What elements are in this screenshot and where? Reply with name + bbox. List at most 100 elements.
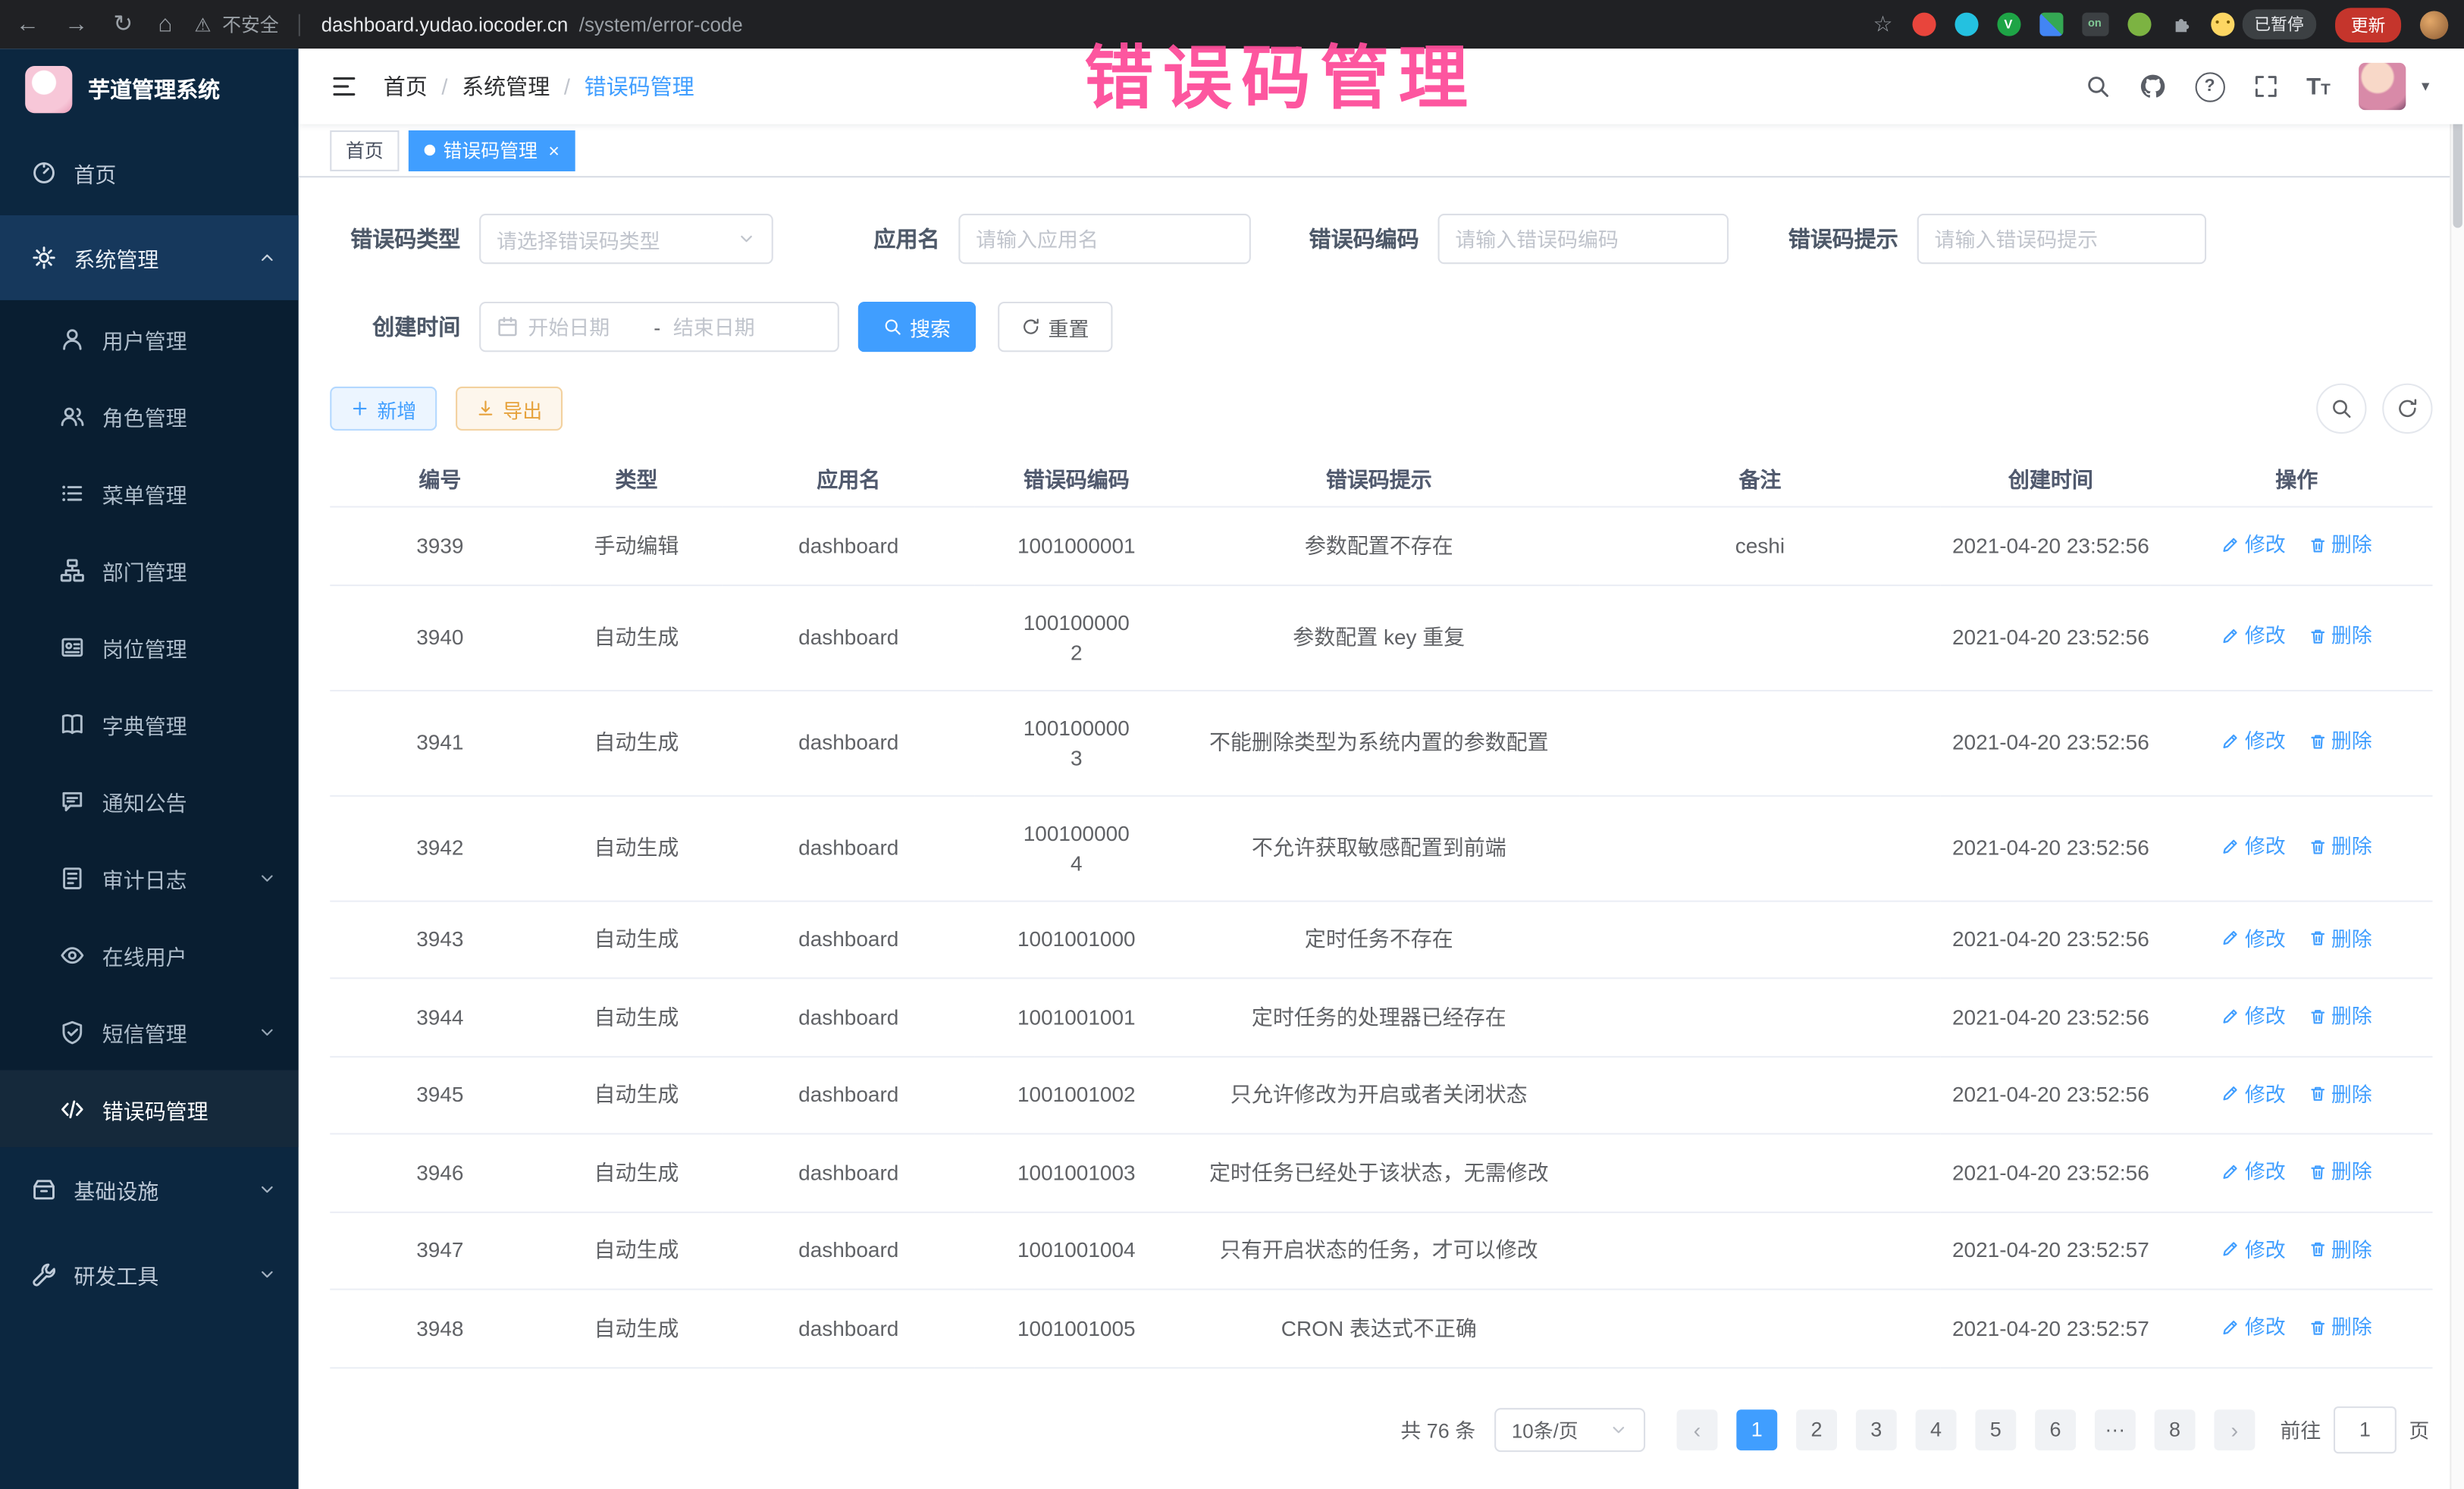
create-time-range-picker[interactable]: - bbox=[479, 302, 839, 352]
delete-link[interactable]: 删除 bbox=[2308, 923, 2372, 953]
edit-link[interactable]: 修改 bbox=[2221, 529, 2286, 559]
header-search-icon[interactable] bbox=[2085, 74, 2110, 99]
page-button-4[interactable]: 4 bbox=[1916, 1409, 1957, 1450]
error-msg-input[interactable] bbox=[1917, 214, 2206, 264]
extension-icon-teal[interactable] bbox=[1954, 13, 1977, 36]
delete-link[interactable]: 删除 bbox=[2308, 1001, 2372, 1030]
toggle-search-button[interactable] bbox=[2316, 384, 2366, 434]
delete-link[interactable]: 删除 bbox=[2308, 621, 2372, 650]
help-icon[interactable]: ? bbox=[2195, 71, 2224, 101]
sidebar-item-dev-tools[interactable]: 研发工具 bbox=[0, 1232, 299, 1317]
add-button[interactable]: 新增 bbox=[330, 387, 437, 431]
more-pages-button[interactable]: ··· bbox=[2095, 1409, 2136, 1450]
extension-icon-red[interactable] bbox=[1911, 13, 1935, 36]
next-page-button[interactable]: › bbox=[2214, 1409, 2255, 1450]
edit-link[interactable]: 修改 bbox=[2221, 1234, 2286, 1264]
github-icon[interactable] bbox=[2138, 72, 2166, 100]
browser-reload-icon[interactable]: ↻ bbox=[113, 13, 133, 36]
sidebar-item-audit-log[interactable]: 审计日志 bbox=[0, 839, 299, 917]
extension-icon-green-v[interactable]: V bbox=[1996, 13, 2020, 36]
extension-icon-on-badge[interactable]: on bbox=[2081, 13, 2108, 36]
fullscreen-icon[interactable] bbox=[2253, 74, 2278, 99]
address-bar[interactable]: ⚠ 不安全 dashboard.yudao.iocoder.cn/system/… bbox=[194, 11, 1873, 38]
cell-code: 100100000 4 bbox=[974, 795, 1178, 901]
sidebar-item-home[interactable]: 首页 bbox=[0, 130, 299, 215]
sidebar-item-notices[interactable]: 通知公告 bbox=[0, 762, 299, 839]
edit-link[interactable]: 修改 bbox=[2221, 832, 2286, 861]
delete-link[interactable]: 删除 bbox=[2308, 1312, 2372, 1342]
edit-link[interactable]: 修改 bbox=[2221, 1157, 2286, 1186]
page-button-1[interactable]: 1 bbox=[1736, 1409, 1777, 1450]
browser-home-icon[interactable]: ⌂ bbox=[158, 13, 172, 36]
edit-link[interactable]: 修改 bbox=[2221, 1079, 2286, 1108]
page-button-6[interactable]: 6 bbox=[2035, 1409, 2076, 1450]
app-name-input[interactable] bbox=[958, 214, 1251, 264]
export-button[interactable]: 导出 bbox=[456, 387, 563, 431]
delete-link[interactable]: 删除 bbox=[2308, 1234, 2372, 1264]
breadcrumb-system[interactable]: 系统管理 bbox=[462, 71, 550, 102]
page-button-2[interactable]: 2 bbox=[1796, 1409, 1837, 1450]
edit-link[interactable]: 修改 bbox=[2221, 923, 2286, 953]
delete-link[interactable]: 删除 bbox=[2308, 832, 2372, 861]
sidebar-item-users[interactable]: 用户管理 bbox=[0, 300, 299, 378]
browser-forward-icon[interactable]: → bbox=[64, 13, 88, 36]
delete-link[interactable]: 删除 bbox=[2308, 726, 2372, 756]
edit-link[interactable]: 修改 bbox=[2221, 1001, 2286, 1030]
sidebar-item-menus[interactable]: 菜单管理 bbox=[0, 454, 299, 531]
sidebar-item-label: 岗位管理 bbox=[102, 631, 187, 662]
search-button[interactable]: 搜索 bbox=[858, 302, 976, 352]
delete-link[interactable]: 删除 bbox=[2308, 1157, 2372, 1186]
user-avatar[interactable] bbox=[2359, 63, 2406, 110]
breadcrumb-home[interactable]: 首页 bbox=[384, 71, 428, 102]
page-button-3[interactable]: 3 bbox=[1856, 1409, 1897, 1450]
range-separator: - bbox=[650, 315, 663, 339]
goto-page-input[interactable] bbox=[2334, 1406, 2397, 1453]
sidebar-item-posts[interactable]: 岗位管理 bbox=[0, 608, 299, 685]
security-label[interactable]: 不安全 bbox=[222, 11, 279, 38]
extension-icon-green[interactable] bbox=[2127, 13, 2150, 36]
sidebar-item-roles[interactable]: 角色管理 bbox=[0, 377, 299, 454]
font-size-icon[interactable]: TT bbox=[2306, 74, 2331, 98]
search-icon bbox=[2331, 397, 2353, 419]
end-date-input[interactable] bbox=[670, 314, 790, 340]
edit-link[interactable]: 修改 bbox=[2221, 621, 2286, 650]
browser-profile-avatar[interactable] bbox=[2420, 10, 2448, 38]
page-scrollbar[interactable] bbox=[2450, 49, 2464, 1489]
paused-extension-chip[interactable]: 已暂停 bbox=[2210, 9, 2316, 39]
reset-button[interactable]: 重置 bbox=[998, 302, 1112, 352]
bookmark-star-icon[interactable]: ☆ bbox=[1873, 11, 1893, 38]
tab-error-code[interactable]: 错误码管理 × bbox=[409, 130, 575, 171]
tab-home[interactable]: 首页 bbox=[330, 130, 399, 171]
start-date-input[interactable] bbox=[525, 314, 644, 340]
delete-link[interactable]: 删除 bbox=[2308, 1079, 2372, 1108]
error-code-input[interactable] bbox=[1438, 214, 1729, 264]
collapse-sidebar-icon[interactable] bbox=[330, 72, 358, 100]
prev-page-button[interactable]: ‹ bbox=[1677, 1409, 1718, 1450]
page-button-8[interactable]: 8 bbox=[2155, 1409, 2196, 1450]
page-size-select[interactable]: 10条/页 bbox=[1494, 1407, 1645, 1451]
sidebar-item-departments[interactable]: 部门管理 bbox=[0, 531, 299, 609]
sidebar-item-infrastructure[interactable]: 基础设施 bbox=[0, 1147, 299, 1232]
sidebar-item-label: 在线用户 bbox=[102, 939, 187, 970]
extension-icon-grid[interactable] bbox=[2039, 13, 2062, 36]
cell-remark: ceshi bbox=[1579, 506, 1941, 585]
edit-link[interactable]: 修改 bbox=[2221, 726, 2286, 756]
edit-link[interactable]: 修改 bbox=[2221, 1312, 2286, 1342]
page-button-5[interactable]: 5 bbox=[1975, 1409, 2016, 1450]
sidebar-item-system-management[interactable]: 系统管理 bbox=[0, 215, 299, 300]
cell-time: 2021-04-20 23:52:56 bbox=[1941, 795, 2161, 901]
avatar-caret-icon[interactable]: ▾ bbox=[2422, 78, 2429, 96]
refresh-table-button[interactable] bbox=[2382, 384, 2432, 434]
browser-back-icon[interactable]: ← bbox=[16, 13, 39, 36]
error-type-select[interactable]: 请选择错误码类型 bbox=[479, 214, 773, 264]
browser-update-button[interactable]: 更新 bbox=[2335, 7, 2401, 42]
sidebar-item-error-code[interactable]: 错误码管理 bbox=[0, 1071, 299, 1148]
delete-link[interactable]: 删除 bbox=[2308, 529, 2372, 559]
sidebar-item-dictionary[interactable]: 字典管理 bbox=[0, 685, 299, 763]
sidebar-item-label: 审计日志 bbox=[102, 862, 187, 893]
sidebar-item-online-users[interactable]: 在线用户 bbox=[0, 916, 299, 993]
extensions-puzzle-icon[interactable] bbox=[2169, 14, 2191, 36]
sidebar-item-sms[interactable]: 短信管理 bbox=[0, 993, 299, 1071]
close-tab-icon[interactable]: × bbox=[548, 139, 560, 161]
app-logo[interactable]: 芋道管理系统 bbox=[0, 49, 299, 130]
